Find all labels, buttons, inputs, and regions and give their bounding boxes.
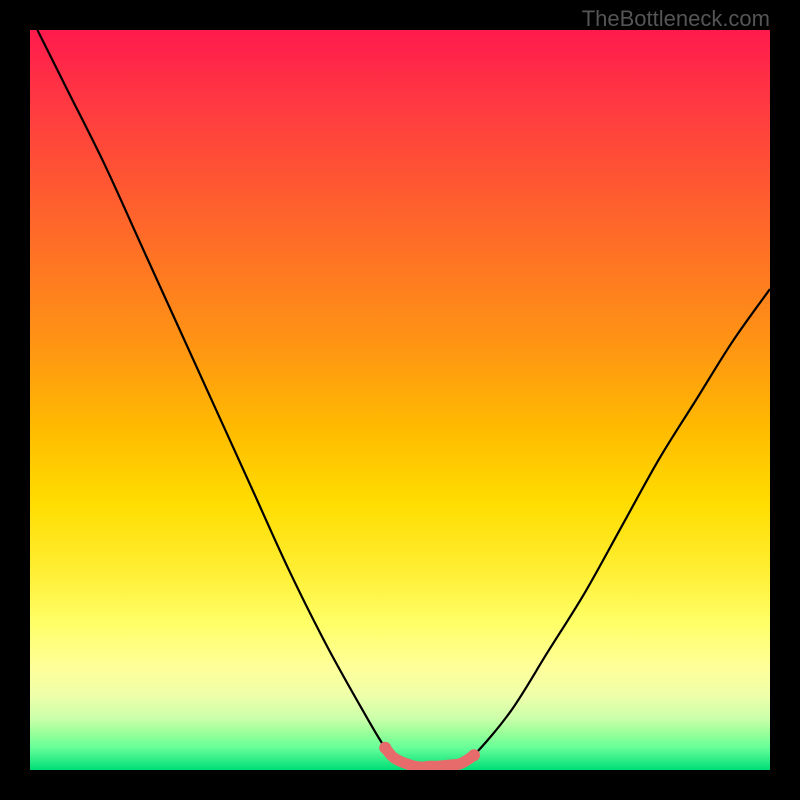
optimal-zone-dot-right bbox=[468, 749, 480, 761]
curve-svg bbox=[30, 30, 770, 770]
bottleneck-curve-path bbox=[37, 30, 770, 767]
chart-container: TheBottleneck.com bbox=[0, 0, 800, 800]
optimal-zone-path bbox=[385, 748, 474, 767]
plot-area bbox=[30, 30, 770, 770]
watermark-text: TheBottleneck.com bbox=[582, 6, 770, 32]
optimal-zone-dot-left bbox=[379, 742, 391, 754]
